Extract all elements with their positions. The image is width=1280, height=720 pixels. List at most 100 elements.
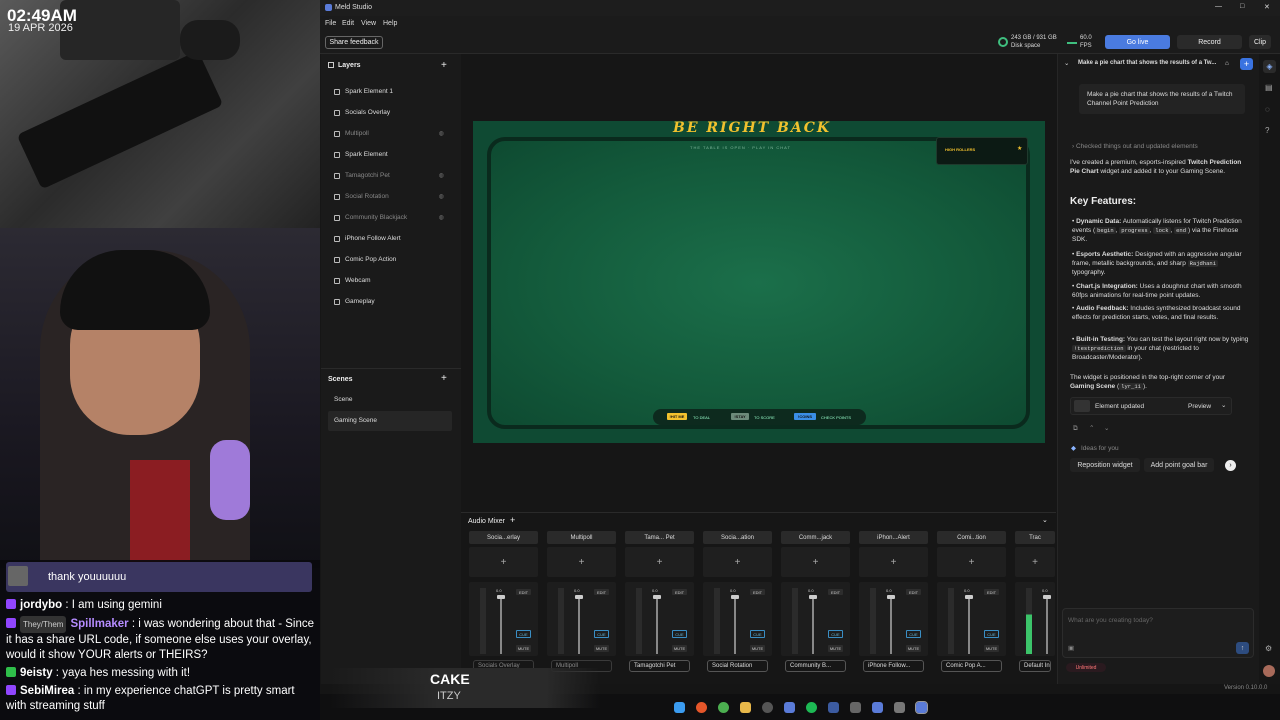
thumbs-down-icon[interactable]: ⌄ xyxy=(1104,424,1109,433)
mute-button[interactable]: MUTE xyxy=(906,645,921,652)
edit-button[interactable]: EDIT xyxy=(594,589,609,595)
edit-button[interactable]: EDIT xyxy=(516,589,531,595)
add-filter-button[interactable]: + xyxy=(1015,547,1055,577)
fader-knob[interactable] xyxy=(731,595,739,599)
settings-icon[interactable]: ⚙ xyxy=(1265,644,1272,653)
meld-studio-taskbar-icon[interactable] xyxy=(915,701,928,714)
layer-item[interactable]: Gameplay xyxy=(334,298,446,305)
fader-knob[interactable] xyxy=(887,595,895,599)
ai-assistant-icon[interactable]: ◈ xyxy=(1263,60,1276,73)
volume-fader[interactable] xyxy=(890,596,892,654)
next-arrow-icon[interactable]: › xyxy=(1225,460,1236,471)
layer-item[interactable]: Multipoll ◍ xyxy=(334,130,446,137)
preview-button[interactable]: Preview xyxy=(1188,402,1211,411)
close-icon[interactable]: ✕ xyxy=(1264,3,1270,11)
scene-item[interactable]: Scene xyxy=(334,396,446,403)
go-live-button[interactable]: Go live xyxy=(1105,35,1170,49)
menu-file[interactable]: File xyxy=(325,20,336,27)
add-filter-button[interactable]: + xyxy=(937,547,1006,577)
user-avatar[interactable] xyxy=(1263,665,1275,677)
add-filter-button[interactable]: + xyxy=(703,547,772,577)
layer-item[interactable]: Community Blackjack ◍ xyxy=(334,214,446,221)
clip-button[interactable]: Clip xyxy=(1249,35,1271,49)
mute-button[interactable]: MUTE xyxy=(828,645,843,652)
layers-rail-icon[interactable]: ▤ xyxy=(1265,83,1273,92)
share-feedback-button[interactable]: Share feedback xyxy=(325,36,383,49)
idea-chip[interactable]: Add point goal bar xyxy=(1144,458,1214,472)
cue-button[interactable]: CUE xyxy=(594,630,609,638)
channel-header[interactable]: iPhon...Alert xyxy=(859,531,928,544)
fader-knob[interactable] xyxy=(1043,595,1051,599)
chevron-down-icon[interactable]: ⌄ xyxy=(1221,401,1226,410)
channel-header[interactable]: Tama... Pet xyxy=(625,531,694,544)
edit-button[interactable]: EDIT xyxy=(672,589,687,595)
home-icon[interactable]: ⌂ xyxy=(1225,59,1229,68)
hidden-eye-icon[interactable]: ◍ xyxy=(439,214,444,221)
channel-header[interactable]: Socia...erlay xyxy=(469,531,538,544)
edit-button[interactable]: EDIT xyxy=(828,589,843,595)
add-filter-button[interactable]: + xyxy=(469,547,538,577)
mute-button[interactable]: MUTE xyxy=(672,645,687,652)
back-chevron-icon[interactable]: ⌄ xyxy=(1064,59,1069,68)
folder-icon[interactable] xyxy=(740,702,751,713)
fader-knob[interactable] xyxy=(965,595,973,599)
mute-button[interactable]: MUTE xyxy=(594,645,609,652)
layer-item[interactable]: Spark Element xyxy=(334,151,446,158)
channel-source-button[interactable]: Default Inpu xyxy=(1019,660,1051,672)
idea-chip[interactable]: Reposition widget xyxy=(1070,458,1140,472)
channel-source-button[interactable]: Tamagotchi Pet xyxy=(629,660,690,672)
add-filter-button[interactable]: + xyxy=(625,547,694,577)
fader-knob[interactable] xyxy=(809,595,817,599)
copy-icon[interactable]: ⧉ xyxy=(1073,424,1078,433)
minimize-icon[interactable]: — xyxy=(1215,3,1222,10)
channel-header[interactable]: Trac xyxy=(1015,531,1055,544)
record-button[interactable]: Record xyxy=(1177,35,1242,49)
add-scene-icon[interactable]: + xyxy=(441,373,447,384)
chrome-icon[interactable] xyxy=(718,702,729,713)
add-audio-icon[interactable]: + xyxy=(510,515,515,525)
fader-knob[interactable] xyxy=(575,595,583,599)
volume-fader[interactable] xyxy=(1046,596,1048,654)
menu-view[interactable]: View xyxy=(361,20,376,27)
add-filter-button[interactable]: + xyxy=(547,547,616,577)
cue-button[interactable]: CUE xyxy=(828,630,843,638)
edit-button[interactable]: EDIT xyxy=(750,589,765,595)
obs-icon[interactable] xyxy=(762,702,773,713)
cue-button[interactable]: CUE xyxy=(672,630,687,638)
volume-fader[interactable] xyxy=(578,596,580,654)
volume-fader[interactable] xyxy=(812,596,814,654)
scene-item-active[interactable]: Gaming Scene xyxy=(334,417,446,424)
menu-edit[interactable]: Edit xyxy=(342,20,354,27)
channel-header[interactable]: Comm...jack xyxy=(781,531,850,544)
send-icon[interactable]: ↑ xyxy=(1236,642,1249,654)
checked-things-row[interactable]: › Checked things out and updated element… xyxy=(1072,142,1198,151)
app-icon[interactable] xyxy=(828,702,839,713)
channel-header[interactable]: Socia...ation xyxy=(703,531,772,544)
new-chat-button[interactable]: + xyxy=(1240,58,1253,70)
hidden-eye-icon[interactable]: ◍ xyxy=(439,172,444,179)
channel-source-button[interactable]: iPhone Follow... xyxy=(863,660,924,672)
channel-source-button[interactable]: Community B... xyxy=(785,660,846,672)
hidden-eye-icon[interactable]: ◍ xyxy=(439,193,444,200)
volume-fader[interactable] xyxy=(656,596,658,654)
attach-icon[interactable]: ▣ xyxy=(1068,644,1074,653)
layer-item[interactable]: Webcam xyxy=(334,277,446,284)
volume-fader[interactable] xyxy=(734,596,736,654)
channel-source-button[interactable]: Social Rotation xyxy=(707,660,768,672)
thumbs-up-icon[interactable]: ⌃ xyxy=(1089,424,1094,433)
cue-button[interactable]: CUE xyxy=(750,630,765,638)
layer-item[interactable]: Tamagotchi Pet ◍ xyxy=(334,172,446,179)
edit-button[interactable]: EDIT xyxy=(906,589,921,595)
channel-header[interactable]: Comi...tion xyxy=(937,531,1006,544)
hidden-eye-icon[interactable]: ◍ xyxy=(439,130,444,137)
add-layer-icon[interactable]: + xyxy=(441,60,447,71)
mute-button[interactable]: MUTE xyxy=(984,645,999,652)
add-filter-button[interactable]: + xyxy=(859,547,928,577)
channel-header[interactable]: Multipoll xyxy=(547,531,616,544)
fader-knob[interactable] xyxy=(653,595,661,599)
mute-button[interactable]: MUTE xyxy=(750,645,765,652)
edit-button[interactable]: EDIT xyxy=(984,589,999,595)
fader-knob[interactable] xyxy=(497,595,505,599)
app-icon[interactable] xyxy=(872,702,883,713)
layer-item[interactable]: Comic Pop Action xyxy=(334,256,446,263)
